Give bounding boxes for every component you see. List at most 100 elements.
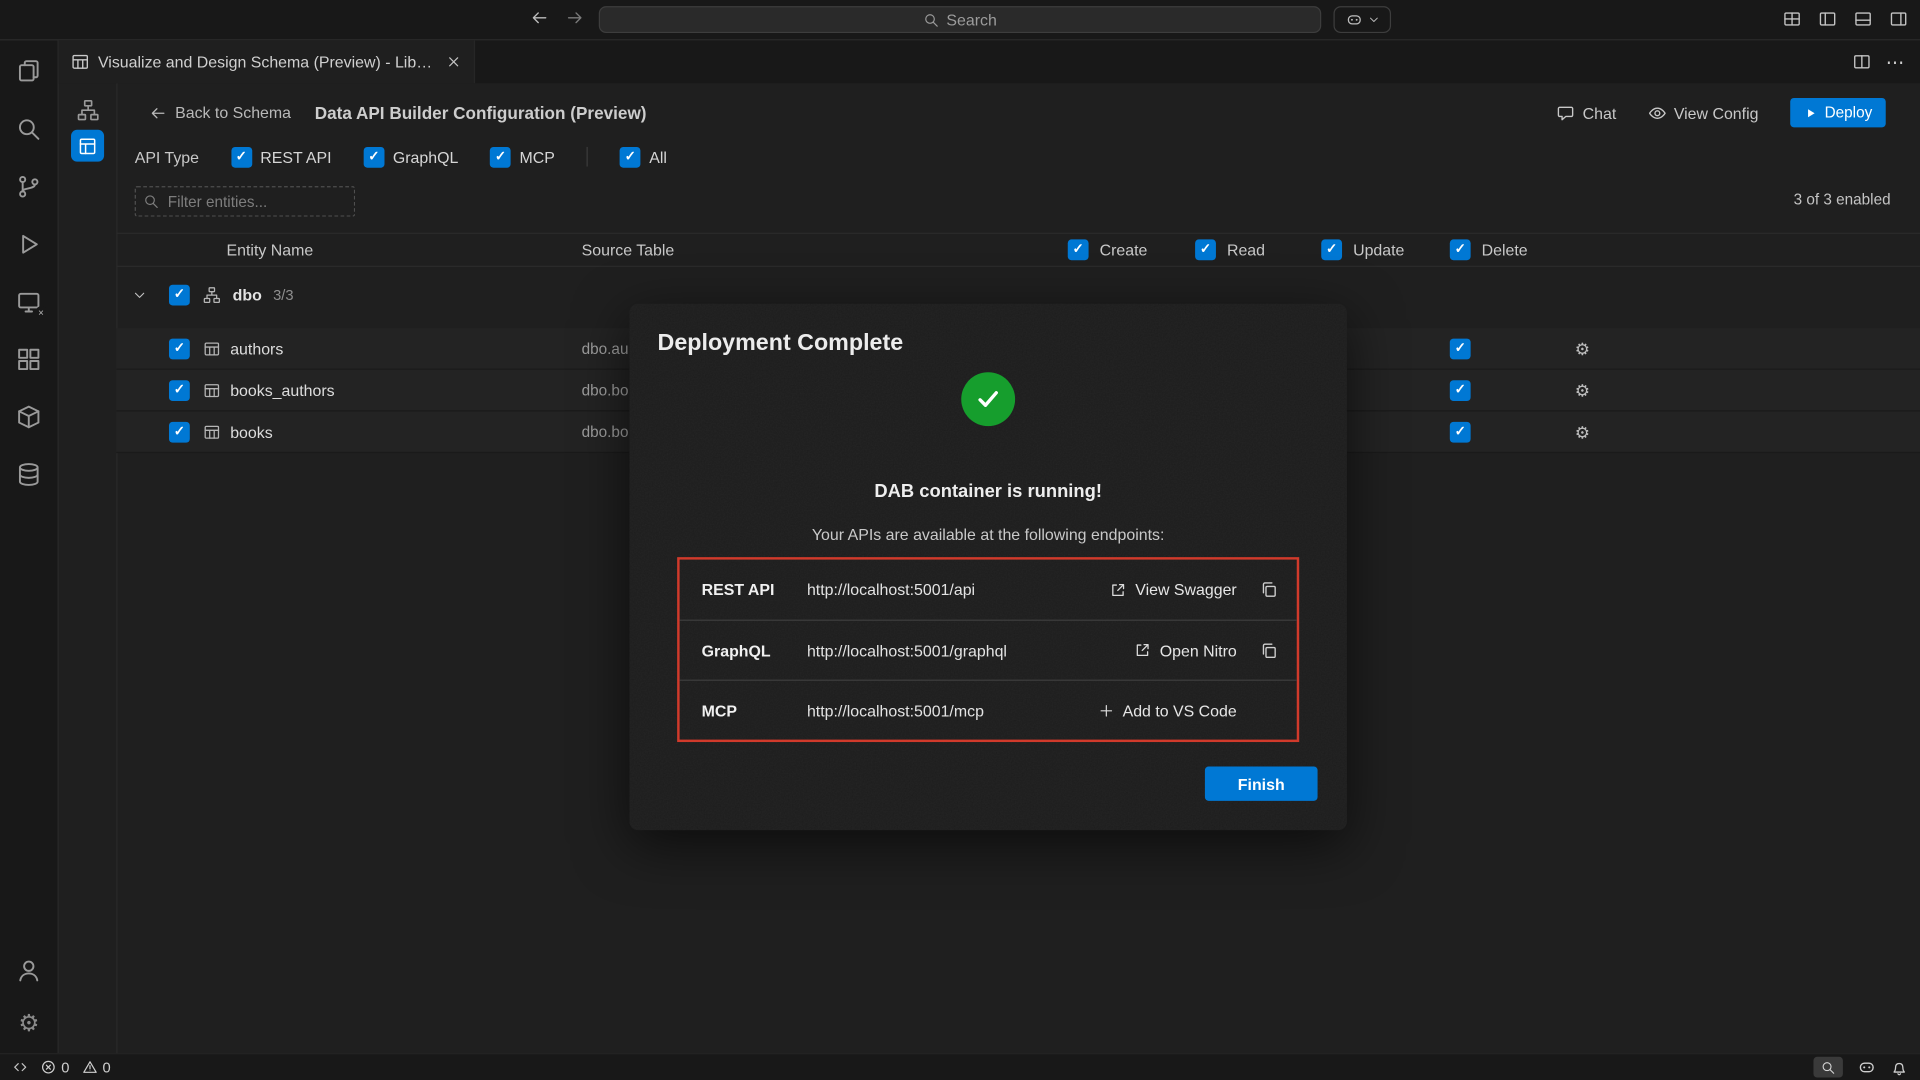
entity-name: books	[230, 422, 272, 440]
status-bar: 0 0	[0, 1053, 1920, 1080]
errors-count: 0	[61, 1059, 69, 1076]
notifications-bell-icon[interactable]	[1891, 1059, 1908, 1076]
endpoint-row: GraphQL http://localhost:5001/graphql Op…	[680, 620, 1297, 680]
eye-icon	[1648, 103, 1666, 121]
delete-checkbox[interactable]	[1450, 421, 1471, 442]
tab-visualize-schema[interactable]: Visualize and Design Schema (Preview) - …	[59, 40, 475, 83]
chevron-down-icon	[1367, 13, 1379, 25]
error-icon	[40, 1059, 56, 1075]
group-select-checkbox[interactable]	[169, 285, 190, 306]
search-input[interactable]: Search	[599, 6, 1321, 33]
graphql-checkbox[interactable]	[363, 146, 384, 167]
table-icon	[203, 381, 220, 398]
chat-button[interactable]: Chat	[1557, 103, 1616, 121]
errors-indicator[interactable]: 0	[40, 1059, 69, 1076]
row-settings-gear-icon[interactable]: ⚙	[1575, 423, 1590, 440]
account-icon[interactable]	[14, 955, 43, 984]
delete-checkbox[interactable]	[1450, 338, 1471, 359]
endpoint-name: MCP	[702, 701, 807, 719]
schema-tab-icon	[71, 53, 89, 71]
explorer-icon[interactable]	[14, 56, 43, 85]
finish-button[interactable]: Finish	[1205, 767, 1318, 801]
toggle-panel-icon[interactable]	[1854, 10, 1872, 28]
warnings-indicator[interactable]: 0	[82, 1059, 111, 1076]
delete-checkbox[interactable]	[1450, 380, 1471, 401]
mcp-checkbox[interactable]	[490, 146, 511, 167]
tab-title: Visualize and Design Schema (Preview) - …	[98, 53, 437, 71]
search-icon	[923, 12, 939, 28]
success-check-icon	[961, 372, 1015, 426]
rest-api-checkbox[interactable]	[231, 146, 252, 167]
update-all-checkbox[interactable]	[1321, 239, 1342, 260]
remote-window-icon[interactable]	[12, 1059, 28, 1075]
nav-back-icon[interactable]	[530, 9, 548, 27]
open-nitro-link[interactable]: Open Nitro	[1134, 641, 1237, 659]
settings-gear-icon[interactable]: ⚙	[14, 1009, 43, 1038]
read-all-checkbox[interactable]	[1195, 239, 1216, 260]
endpoint-url: http://localhost:5001/mcp	[807, 701, 1098, 719]
toggle-secondary-sidebar-icon[interactable]	[1889, 10, 1907, 28]
toggle-primary-sidebar-icon[interactable]	[1818, 10, 1836, 28]
api-type-mcp[interactable]: MCP	[490, 146, 555, 167]
divider	[587, 147, 588, 167]
search-sidebar-icon[interactable]	[14, 114, 43, 143]
entity-name: authors	[230, 339, 283, 357]
copilot-menu-button[interactable]	[1333, 6, 1391, 33]
api-type-rest[interactable]: REST API	[231, 146, 332, 167]
row-select-checkbox[interactable]	[169, 421, 190, 442]
title-bar: Search	[0, 0, 1920, 40]
deploy-button[interactable]: Deploy	[1790, 98, 1885, 127]
table-icon	[203, 423, 220, 440]
tab-close-icon[interactable]	[446, 54, 462, 70]
chat-icon	[1557, 103, 1575, 121]
zoom-indicator[interactable]	[1813, 1057, 1842, 1078]
row-settings-gear-icon[interactable]: ⚙	[1575, 340, 1590, 357]
col-read: Read	[1227, 241, 1265, 259]
extensions-icon[interactable]	[14, 344, 43, 373]
table-header: Entity Name Source Table Create Read Upd…	[116, 233, 1920, 267]
create-all-checkbox[interactable]	[1068, 239, 1089, 260]
delete-all-checkbox[interactable]	[1450, 239, 1471, 260]
source-control-icon[interactable]	[14, 171, 43, 200]
customize-layout-icon[interactable]	[1783, 10, 1801, 28]
copilot-status-icon[interactable]	[1858, 1058, 1876, 1076]
api-type-label: API Type	[135, 148, 199, 166]
row-settings-gear-icon[interactable]: ⚙	[1575, 381, 1590, 398]
mcp-label: MCP	[520, 148, 555, 166]
activity-bar: × ⚙	[0, 40, 59, 1053]
deployment-complete-dialog: Deployment Complete DAB container is run…	[629, 304, 1347, 831]
nav-forward-icon[interactable]	[566, 9, 584, 27]
group-count: 3/3	[273, 287, 293, 304]
view-swagger-link[interactable]: View Swagger	[1110, 580, 1237, 598]
more-actions-icon[interactable]: ⋯	[1886, 51, 1906, 73]
filter-entities-input[interactable]	[135, 186, 355, 217]
endpoint-row: MCP http://localhost:5001/mcp Add to VS …	[680, 680, 1297, 740]
dialog-title: Deployment Complete	[658, 331, 904, 358]
api-type-graphql[interactable]: GraphQL	[363, 146, 458, 167]
view-config-button[interactable]: View Config	[1648, 103, 1758, 121]
copy-url-button[interactable]	[1258, 580, 1280, 598]
add-to-vscode-button[interactable]: Add to VS Code	[1098, 701, 1237, 719]
col-entity-name: Entity Name	[227, 241, 314, 259]
copy-url-button[interactable]	[1258, 641, 1280, 659]
api-type-all[interactable]: All	[620, 146, 667, 167]
tab-bar: Visualize and Design Schema (Preview) - …	[59, 40, 1920, 83]
database-icon[interactable]	[14, 459, 43, 488]
split-editor-icon[interactable]	[1853, 53, 1871, 71]
expand-chevron-icon[interactable]	[132, 288, 147, 303]
endpoint-name: GraphQL	[702, 641, 807, 659]
dab-config-tab-active[interactable]	[71, 130, 104, 162]
back-to-schema-link[interactable]: Back to Schema	[149, 103, 291, 121]
dialog-subheading: Your APIs are available at the following…	[629, 525, 1347, 543]
dialog-heading: DAB container is running!	[629, 481, 1347, 502]
vscode-window: Search	[0, 0, 1920, 1080]
table-icon	[203, 340, 220, 357]
all-checkbox[interactable]	[620, 146, 641, 167]
row-select-checkbox[interactable]	[169, 380, 190, 401]
schema-designer-icon[interactable]	[76, 98, 100, 122]
run-debug-icon[interactable]	[14, 229, 43, 258]
remote-explorer-icon[interactable]: ×	[14, 287, 43, 316]
designer-toolbar	[59, 83, 118, 1053]
database-projects-icon[interactable]	[14, 402, 43, 431]
row-select-checkbox[interactable]	[169, 338, 190, 359]
